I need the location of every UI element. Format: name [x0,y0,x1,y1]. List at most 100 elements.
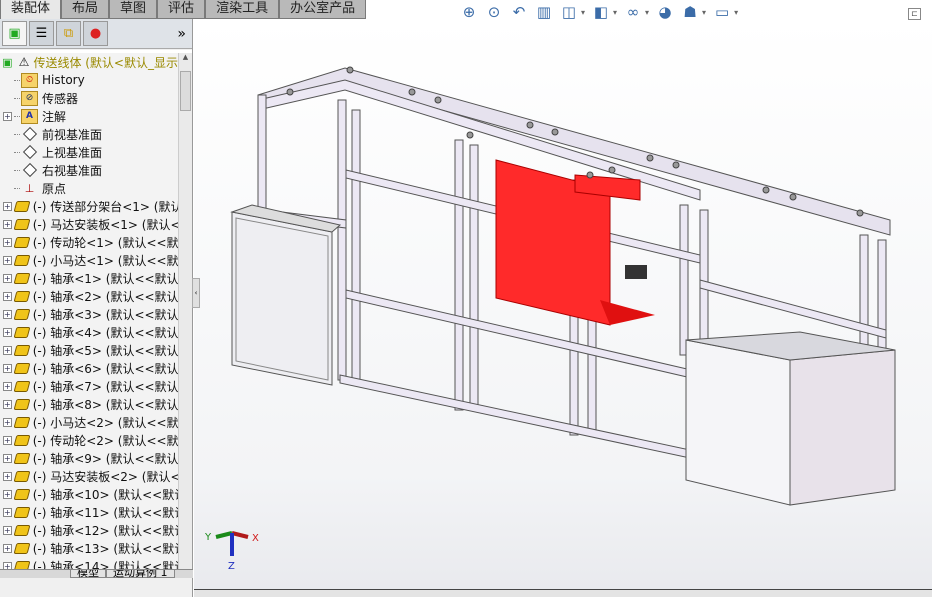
graphics-area[interactable]: Y X Z ⊕ ⊙ ↶ ▥ ◫ ▾ ◧ ▾ ∞ ▾ ◕ ☗ ▾ ▭ ▾ [194,3,932,589]
tree-item-label: (-) 传动轮<2> (默认<<默 [32,433,178,448]
expand-icon[interactable]: + [3,201,12,211]
expand-icon[interactable]: + [3,525,12,535]
expand-icon[interactable]: + [3,417,12,427]
expand-icon[interactable]: + [3,291,12,301]
dropdown-arrow-icon[interactable]: ▾ [613,8,617,17]
previous-view-icon[interactable]: ↶ [510,3,528,21]
expand-icon[interactable]: + [3,561,12,569]
expand-icon[interactable]: + [3,255,12,265]
display-manager-icon[interactable]: ● [83,21,108,46]
tree-item[interactable]: + (-) 轴承<10> (默认<<默认 [0,485,178,503]
feature-manager-icon[interactable]: ▣ [2,21,27,46]
expand-icon[interactable]: + [3,471,12,481]
panel-collapse-handle[interactable]: ‹ [192,278,200,308]
ribbon-tab[interactable]: 评估 [157,0,206,19]
heads-up-view-toolbar: ⊕ ⊙ ↶ ▥ ◫ ▾ ◧ ▾ ∞ ▾ ◕ ☗ ▾ ▭ ▾ [460,3,738,21]
tree-item[interactable]: 右视基准面 [0,161,178,179]
zoom-to-area-icon[interactable]: ⊙ [485,3,503,21]
tree-item-label: (-) 轴承<9> (默认<<默认 [32,451,178,466]
tree-item[interactable]: + (-) 轴承<6> (默认<<默认 [0,359,178,377]
ribbon-tab[interactable]: 装配体 [0,0,62,20]
configuration-manager-icon[interactable]: ⧉ [56,21,81,46]
tree-item[interactable]: 上视基准面 [0,143,178,161]
display-style-icon[interactable]: ◧ [592,3,610,21]
tree-item-label: (-) 轴承<1> (默认<<默认 [32,271,178,286]
expand-icon[interactable]: + [3,435,12,445]
tree-item-label: (-) 轴承<12> (默认<<默认 [32,523,178,538]
view-orientation-icon[interactable]: ◫ [560,3,578,21]
tree-item[interactable]: + (-) 小马达<1> (默认<<默 [0,251,178,269]
left-cabinet [231,211,333,386]
ribbon-tab[interactable]: 办公室产品 [279,0,367,19]
tree-item-label: (-) 轴承<8> (默认<<默认 [32,397,178,412]
tree-item[interactable]: ⊥ 原点 [0,179,178,197]
annotation-icon: A [21,108,38,124]
expand-icon[interactable]: + [3,381,12,391]
tree-item-label: (-) 轴承<2> (默认<<默认 [32,289,178,304]
edit-appearance-icon[interactable]: ◕ [656,3,674,21]
expand-icon[interactable]: + [3,345,12,355]
tree-item[interactable]: + (-) 轴承<7> (默认<<默认 [0,377,178,395]
scroll-thumb[interactable] [180,71,191,111]
tree-item[interactable]: + (-) 轴承<9> (默认<<默认 [0,449,178,467]
tree-item[interactable]: + A 注解 [0,107,178,125]
tree-item[interactable]: + (-) 轴承<8> (默认<<默认 [0,395,178,413]
tab-scroll-arrows[interactable] [0,570,70,578]
expand-icon[interactable]: + [3,489,12,499]
tree-item-label: 原点 [42,181,67,196]
tree-scrollbar[interactable]: ▲ [178,53,192,569]
zoom-to-fit-icon[interactable]: ⊕ [460,3,478,21]
toggle-panel-button[interactable]: ⊏ [908,8,921,20]
tree-item[interactable]: ⊘ 传感器 [0,89,178,107]
expand-icon[interactable]: + [3,327,12,337]
expand-icon[interactable]: + [3,273,12,283]
section-view-icon[interactable]: ▥ [535,3,553,21]
tree-item[interactable]: + (-) 轴承<4> (默认<<默认 [0,323,178,341]
tab-model[interactable]: 模型 [70,570,106,578]
tree-item[interactable]: + (-) 轴承<11> (默认<<默认 [0,503,178,521]
tree-root-assembly[interactable]: ▣ ⚠ 传送线体 (默认<默认_显示 [0,53,178,71]
tree-item[interactable]: + (-) 轴承<1> (默认<<默认 [0,269,178,287]
tree-item[interactable]: + (-) 轴承<3> (默认<<默认 [0,305,178,323]
expand-icon[interactable]: + [3,363,12,373]
tree-item-label: (-) 轴承<5> (默认<<默认 [32,343,178,358]
tree-item[interactable]: + (-) 轴承<5> (默认<<默认 [0,341,178,359]
tree-item[interactable]: + (-) 马达安装板<2> (默认< [0,467,178,485]
dropdown-arrow-icon[interactable]: ▾ [581,8,585,17]
expand-icon[interactable]: + [3,219,12,229]
ribbon-tab[interactable]: 草图 [109,0,158,19]
assembly-model[interactable]: Y X Z [194,19,932,589]
tree-item[interactable]: ⏲ History [0,71,178,89]
expand-icon[interactable]: + [3,309,12,319]
expand-icon[interactable]: + [3,399,12,409]
expand-icon[interactable]: + [3,453,12,463]
tree-item[interactable]: + (-) 轴承<14> (默认<<默认 [0,557,178,569]
apply-scene-icon[interactable]: ☗ [681,3,699,21]
tree-item[interactable]: + (-) 轴承<2> (默认<<默认 [0,287,178,305]
view-settings-icon[interactable]: ▭ [713,3,731,21]
tree-item-label: (-) 轴承<13> (默认<<默认 [32,541,178,556]
tree-item[interactable]: + (-) 传动轮<1> (默认<<默 [0,233,178,251]
expand-panel-button[interactable]: » [177,26,186,42]
property-manager-icon[interactable]: ☰ [29,21,54,46]
expand-icon[interactable]: + [3,111,12,121]
expand-icon[interactable]: + [3,507,12,517]
tab-motion-study[interactable]: 运动算例 1 [106,570,175,578]
tree-item[interactable]: + (-) 传送部分架台<1> (默认 [0,197,178,215]
ribbon-tab[interactable]: 布局 [61,0,110,19]
tree-item[interactable]: 前视基准面 [0,125,178,143]
dropdown-arrow-icon[interactable]: ▾ [734,8,738,17]
tree-item[interactable]: + (-) 轴承<12> (默认<<默认 [0,521,178,539]
tree-item[interactable]: + (-) 轴承<13> (默认<<默认 [0,539,178,557]
part-icon [13,307,31,322]
ribbon-tab[interactable]: 渲染工具 [205,0,280,19]
tree-item[interactable]: + (-) 传动轮<2> (默认<<默 [0,431,178,449]
hide-show-items-icon[interactable]: ∞ [624,3,642,21]
tree-item[interactable]: + (-) 小马达<2> (默认<<默 [0,413,178,431]
tree-item[interactable]: + (-) 马达安装板<1> (默认< [0,215,178,233]
dropdown-arrow-icon[interactable]: ▾ [645,8,649,17]
dropdown-arrow-icon[interactable]: ▾ [702,8,706,17]
right-cabinet [685,339,791,506]
expand-icon[interactable]: + [3,237,12,247]
expand-icon[interactable]: + [3,543,12,553]
